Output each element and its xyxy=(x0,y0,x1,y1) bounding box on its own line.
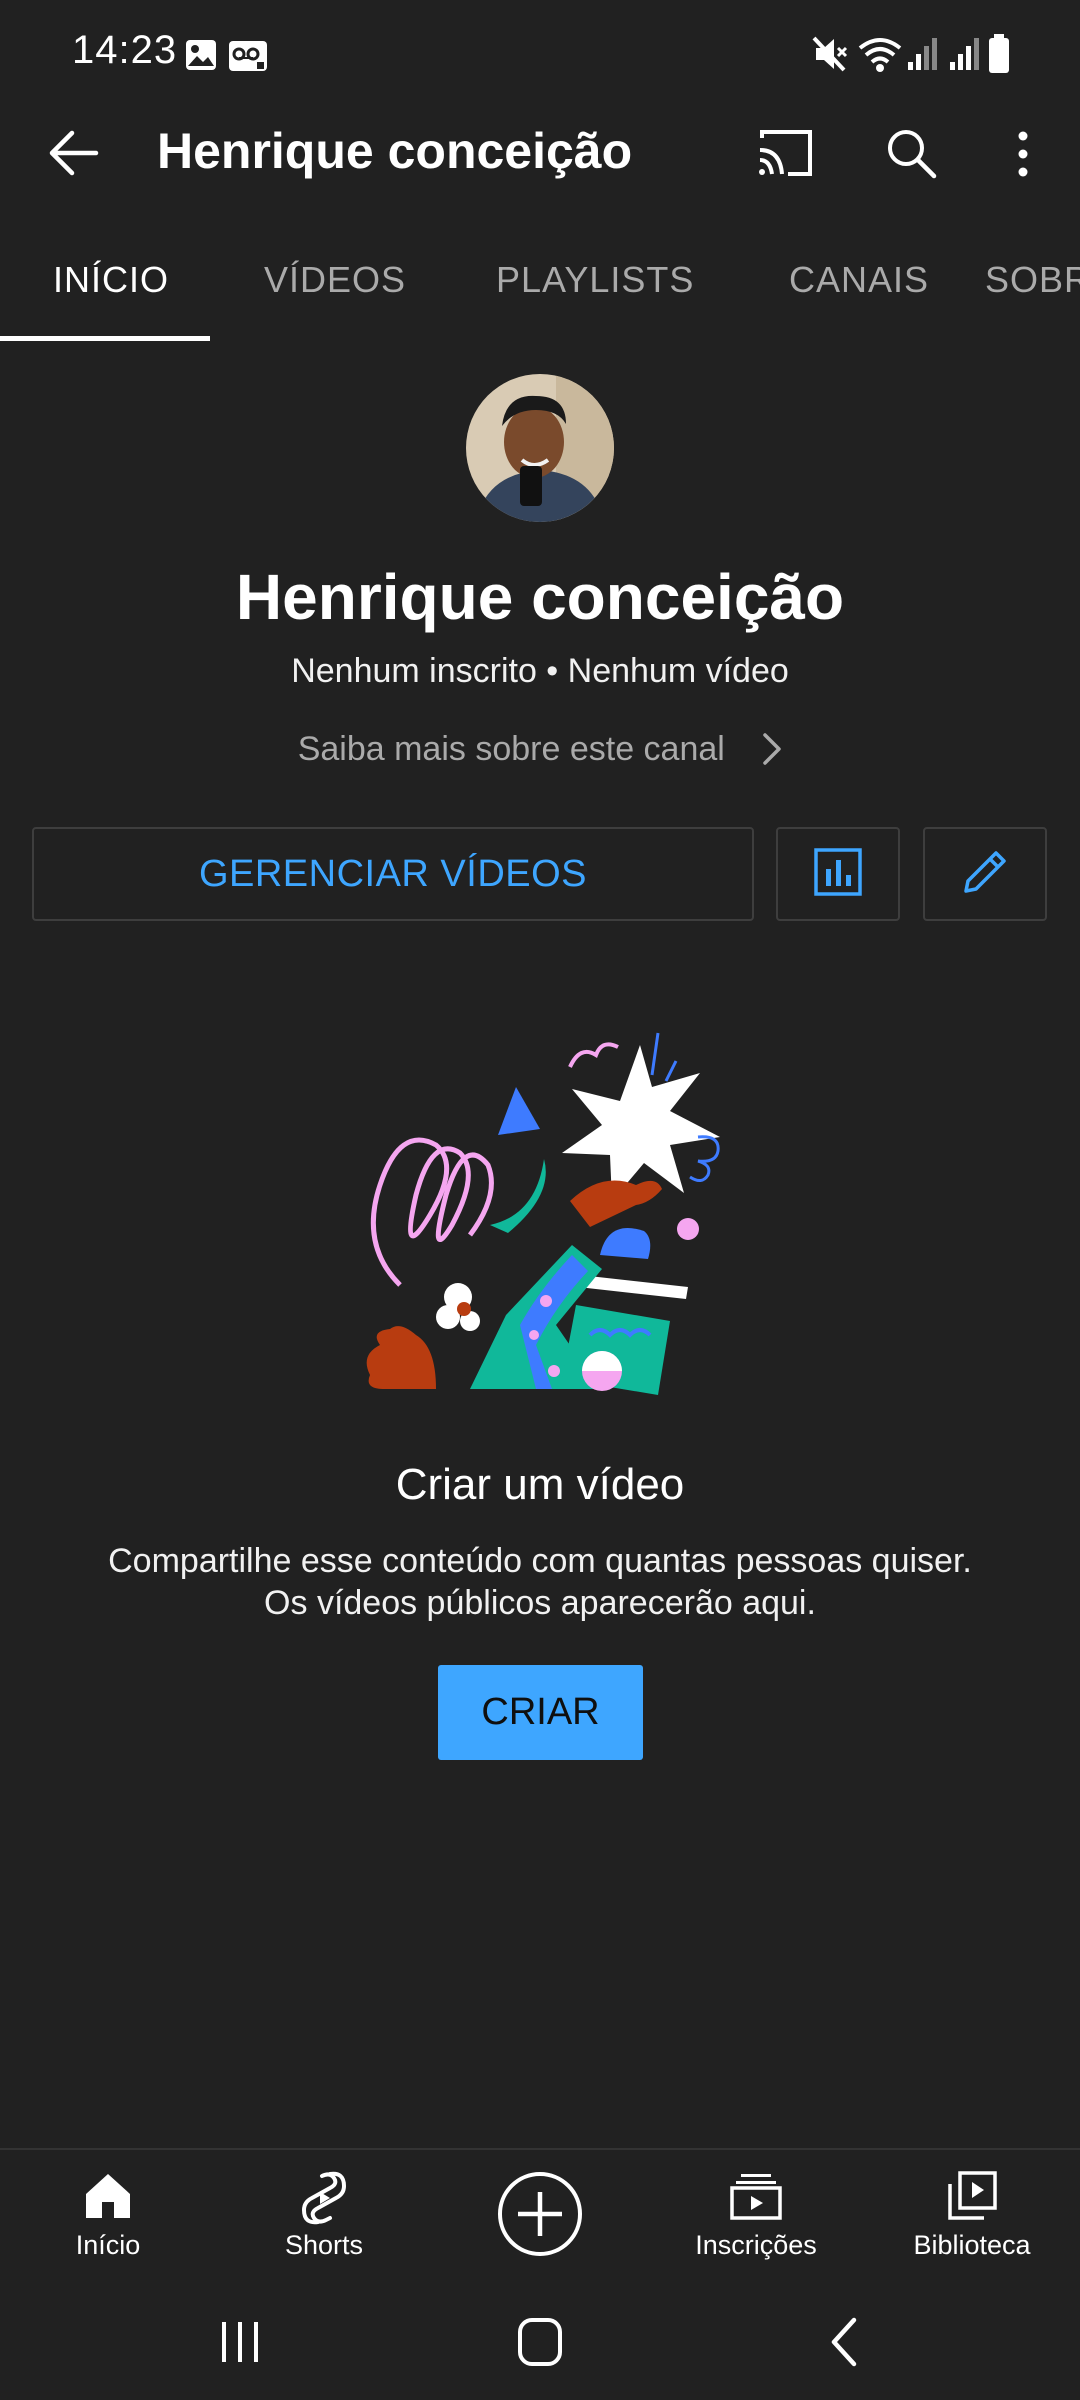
nav-item-inscricoes[interactable]: Inscrições xyxy=(656,2150,856,2290)
about-channel-link[interactable]: Saiba mais sobre este canal xyxy=(0,728,1080,769)
nav-item-biblioteca[interactable]: Biblioteca xyxy=(872,2150,1072,2290)
tab-videos[interactable]: VÍDEOS xyxy=(264,230,406,342)
back-button-icon[interactable] xyxy=(826,2316,862,2373)
tab-sobre[interactable]: SOBRE xyxy=(985,230,1080,342)
about-channel-label: Saiba mais sobre este canal xyxy=(297,729,725,768)
library-icon xyxy=(872,2170,1072,2226)
recent-apps-icon[interactable] xyxy=(218,2318,262,2371)
channel-tabs: INÍCIO VÍDEOS PLAYLISTS CANAIS SOBRE xyxy=(0,230,1080,342)
tab-canais[interactable]: CANAIS xyxy=(789,230,929,342)
edit-button[interactable] xyxy=(923,827,1047,921)
nav-label-inicio: Início xyxy=(75,2230,141,2260)
back-arrow-icon[interactable] xyxy=(44,125,104,186)
battery-icon xyxy=(988,34,1010,79)
signal-icon xyxy=(906,36,940,77)
empty-state-line-2: Os vídeos públicos aparecerão aqui. xyxy=(264,1584,816,1622)
nav-item-create[interactable] xyxy=(440,2150,640,2290)
nav-item-inicio[interactable]: Início xyxy=(8,2150,208,2290)
home-icon xyxy=(8,2170,208,2226)
create-plus-icon xyxy=(440,2170,640,2260)
manage-videos-button[interactable]: GERENCIAR VÍDEOS xyxy=(32,827,754,921)
create-button[interactable]: CRIAR xyxy=(438,1665,643,1760)
analytics-button[interactable] xyxy=(776,827,900,921)
page-title: Henrique conceição xyxy=(157,123,633,179)
mute-icon xyxy=(812,34,848,79)
signal-icon xyxy=(948,36,982,77)
cast-icon[interactable] xyxy=(756,128,814,183)
image-icon xyxy=(184,38,218,77)
nav-label-biblioteca: Biblioteca xyxy=(913,2230,1031,2260)
bar-chart-icon xyxy=(813,847,863,902)
system-navigation-bar xyxy=(0,2288,1080,2400)
nav-label-shorts: Shorts xyxy=(284,2230,364,2260)
pencil-icon xyxy=(958,845,1012,904)
status-time: 14:23 xyxy=(72,28,178,72)
app-bar: Henrique conceição xyxy=(0,100,1080,210)
status-bar: 14:23 xyxy=(0,0,1080,100)
nav-label-inscricoes: Inscrições xyxy=(695,2230,817,2260)
nav-item-shorts[interactable]: Shorts xyxy=(224,2150,424,2290)
wifi-icon xyxy=(858,34,902,79)
voicemail-icon xyxy=(228,40,268,77)
bottom-navigation: Início Shorts Inscrições Biblioteca xyxy=(0,2148,1080,2288)
search-icon[interactable] xyxy=(884,126,938,185)
shorts-icon xyxy=(224,2170,424,2226)
tab-inicio[interactable]: INÍCIO xyxy=(53,230,169,342)
more-vert-icon[interactable] xyxy=(1010,130,1036,183)
channel-name: Henrique conceição xyxy=(235,561,845,633)
tab-playlists[interactable]: PLAYLISTS xyxy=(496,230,694,342)
empty-state-line-1: Compartilhe esse conteúdo com quantas pe… xyxy=(108,1542,972,1580)
chevron-right-icon xyxy=(763,733,782,765)
channel-stats: Nenhum inscrito • Nenhum vídeo xyxy=(291,652,789,690)
avatar[interactable] xyxy=(466,374,614,522)
home-button-icon[interactable] xyxy=(516,2316,564,2373)
empty-state-description: Compartilhe esse conteúdo com quantas pe… xyxy=(60,1540,1020,1624)
active-tab-indicator xyxy=(0,336,210,341)
create-video-illustration xyxy=(340,1025,740,1405)
subscriptions-icon xyxy=(656,2170,856,2226)
empty-state-title: Criar um vídeo xyxy=(395,1460,685,1509)
